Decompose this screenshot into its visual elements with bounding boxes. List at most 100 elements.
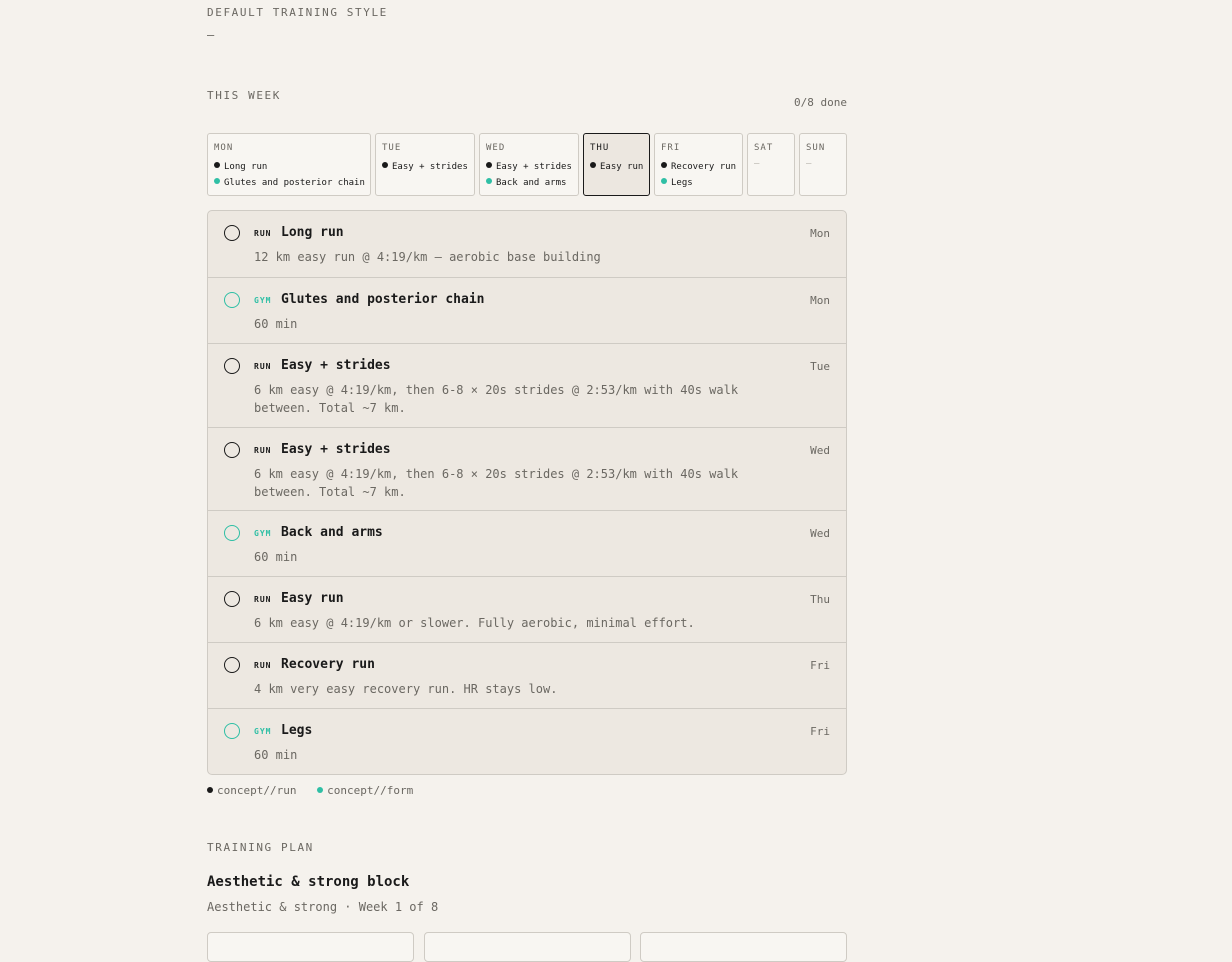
day-session: Recovery run xyxy=(661,159,742,175)
plan-card[interactable] xyxy=(424,932,631,962)
day-tile-sat[interactable]: SAT — xyxy=(747,133,795,196)
day-name: FRI xyxy=(661,143,681,153)
legend-gym: concept//form xyxy=(317,784,413,797)
complete-checkbox[interactable] xyxy=(224,292,240,308)
day-session: Long run xyxy=(214,159,370,175)
day-name: WED xyxy=(486,143,506,153)
session-row[interactable]: RUN Easy + strides 6 km easy @ 4:19/km, th… xyxy=(208,343,846,427)
session-title: Legs xyxy=(281,723,313,738)
plan-card[interactable] xyxy=(207,932,414,962)
session-list: RUN Long run 12 km easy run @ 4:19/km — ae… xyxy=(207,210,847,775)
session-row[interactable]: RUN Easy + strides 6 km easy @ 4:19/km, th… xyxy=(208,427,846,510)
day-session-label: Long run xyxy=(224,162,268,172)
complete-checkbox[interactable] xyxy=(224,723,240,739)
session-description: 12 km easy run @ 4:19/km — aerobic base … xyxy=(254,250,601,264)
day-session: Legs xyxy=(661,175,742,191)
day-tile-tue[interactable]: TUE Easy + strides xyxy=(375,133,475,196)
gym-dot-icon xyxy=(214,178,220,184)
session-kind-tag: GYM xyxy=(254,296,272,305)
session-day: Mon xyxy=(810,294,830,307)
session-kind-tag: GYM xyxy=(254,727,272,736)
gym-dot-icon xyxy=(661,178,667,184)
session-description: 4 km very easy recovery run. HR stays lo… xyxy=(254,682,558,696)
session-day: Mon xyxy=(810,227,830,240)
run-dot-icon xyxy=(486,162,492,168)
plan-subtitle: Aesthetic & strong · Week 1 of 8 xyxy=(207,900,439,914)
legend-run: concept//run xyxy=(207,784,296,797)
session-day: Fri xyxy=(810,725,830,738)
this-week-label: THIS WEEK xyxy=(207,89,282,102)
day-session: Easy + strides xyxy=(382,159,474,175)
session-kind-tag: GYM xyxy=(254,529,272,538)
session-description: 6 km easy @ 4:19/km, then 6-8 × 20s stri… xyxy=(254,467,739,499)
session-title: Easy + strides xyxy=(281,358,391,373)
session-day: Wed xyxy=(810,527,830,540)
session-row[interactable]: GYM Legs 60 min Fri xyxy=(208,708,846,774)
session-row[interactable]: GYM Back and arms 60 min Wed xyxy=(208,510,846,576)
session-row[interactable]: RUN Recovery run 4 km very easy recovery r… xyxy=(208,642,846,708)
legend-run-label: concept//run xyxy=(217,784,297,797)
session-row[interactable]: RUN Long run 12 km easy run @ 4:19/km — ae… xyxy=(208,211,846,277)
day-name: TUE xyxy=(382,143,402,153)
session-row[interactable]: RUN Easy run 6 km easy @ 4:19/km or slower… xyxy=(208,576,846,642)
legend-gym-label: concept//form xyxy=(327,784,414,797)
run-dot-icon xyxy=(590,162,596,168)
session-title: Easy + strides xyxy=(281,442,391,457)
session-day: Wed xyxy=(810,444,830,457)
day-session-label: Easy + strides xyxy=(392,162,468,172)
session-day: Thu xyxy=(810,593,830,606)
day-session-label: Recovery run xyxy=(671,162,737,172)
complete-checkbox[interactable] xyxy=(224,225,240,241)
session-day: Tue xyxy=(810,360,830,373)
day-tile-thu[interactable]: THU Easy run xyxy=(583,133,650,196)
gym-dot-icon xyxy=(317,787,324,793)
session-description: 60 min xyxy=(254,550,298,564)
day-name: THU xyxy=(590,143,610,153)
plan-card[interactable] xyxy=(640,932,847,962)
day-session-label: Easy + strides xyxy=(496,162,572,172)
day-session-label: Back and arms xyxy=(496,178,567,188)
run-dot-icon xyxy=(661,162,667,168)
day-session-label: Legs xyxy=(671,178,693,188)
run-dot-icon xyxy=(382,162,388,168)
session-kind-tag: RUN xyxy=(254,229,272,238)
day-session-label: Glutes and posterior chain xyxy=(224,178,365,188)
session-kind-tag: RUN xyxy=(254,595,272,604)
training-plan-label: TRAINING PLAN xyxy=(207,841,314,854)
day-name: SUN xyxy=(806,143,826,153)
legend: concept//run concept//form xyxy=(207,784,427,797)
session-day: Fri xyxy=(810,659,830,672)
session-title: Recovery run xyxy=(281,657,375,672)
session-description: 6 km easy @ 4:19/km, then 6-8 × 20s stri… xyxy=(254,383,739,415)
day-tile-sun[interactable]: SUN — xyxy=(799,133,847,196)
day-tile-mon[interactable]: MON Long run Glutes and posterior chain xyxy=(207,133,371,196)
session-row[interactable]: GYM Glutes and posterior chain 60 min Mon xyxy=(208,277,846,343)
day-session: Glutes and posterior chain xyxy=(214,175,370,191)
day-empty: — xyxy=(754,159,760,169)
complete-checkbox[interactable] xyxy=(224,358,240,374)
run-dot-icon xyxy=(207,787,213,793)
session-description: 60 min xyxy=(254,748,298,762)
default-style-value: — xyxy=(207,28,215,42)
session-title: Glutes and posterior chain xyxy=(281,292,485,307)
session-kind-tag: RUN xyxy=(254,446,272,455)
complete-checkbox[interactable] xyxy=(224,591,240,607)
day-name: MON xyxy=(214,143,234,153)
session-kind-tag: RUN xyxy=(254,661,272,670)
day-tile-wed[interactable]: WED Easy + strides Back and arms xyxy=(479,133,579,196)
day-session: Easy run xyxy=(590,159,649,175)
session-description: 6 km easy @ 4:19/km or slower. Fully aer… xyxy=(254,616,695,630)
complete-checkbox[interactable] xyxy=(224,657,240,673)
complete-checkbox[interactable] xyxy=(224,525,240,541)
day-session-label: Easy run xyxy=(600,162,644,172)
session-description: 60 min xyxy=(254,317,298,331)
gym-dot-icon xyxy=(486,178,492,184)
done-count: 0/8 done xyxy=(794,96,847,109)
day-tile-fri[interactable]: FRI Recovery run Legs xyxy=(654,133,743,196)
plan-title: Aesthetic & strong block xyxy=(207,874,410,890)
session-kind-tag: RUN xyxy=(254,362,272,371)
complete-checkbox[interactable] xyxy=(224,442,240,458)
session-title: Long run xyxy=(281,225,344,240)
run-dot-icon xyxy=(214,162,220,168)
day-session: Back and arms xyxy=(486,175,578,191)
